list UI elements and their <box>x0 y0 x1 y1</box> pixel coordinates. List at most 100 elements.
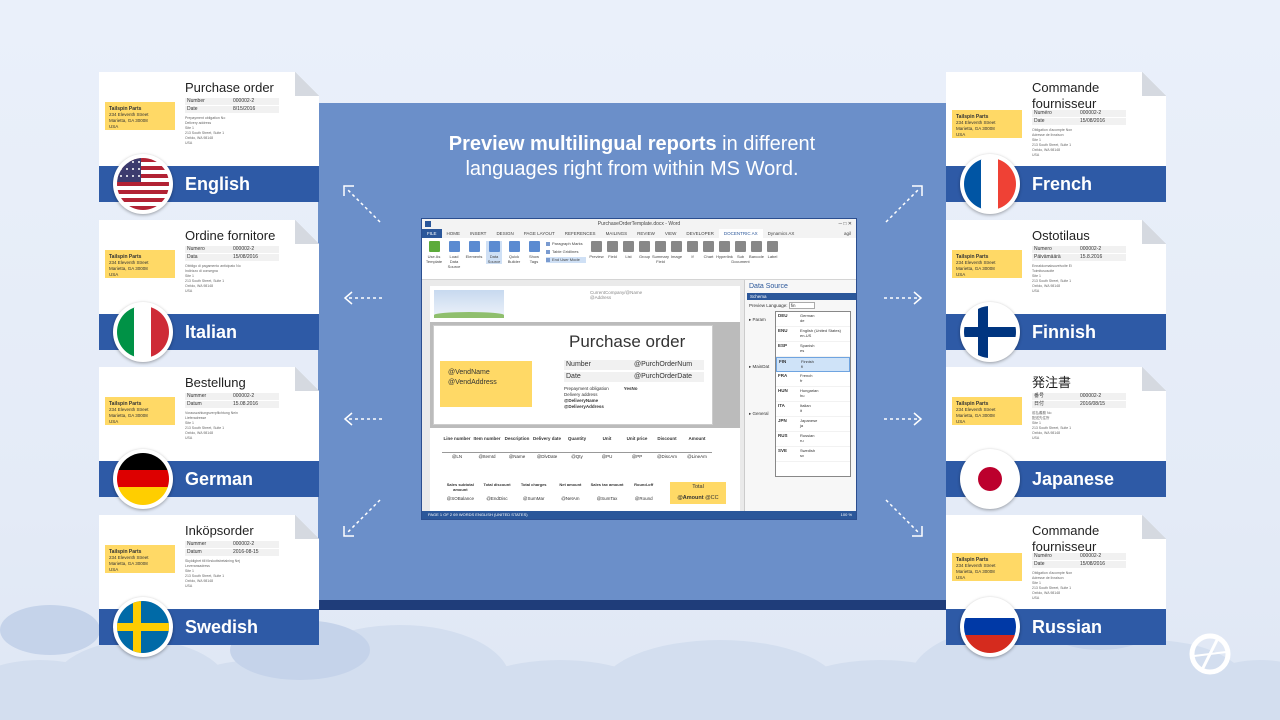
data-source-pane: Data Source Schema Preview Language: fin… <box>744 280 856 513</box>
delivery-text: Obligation d'acompte Non Adresse de livr… <box>1032 571 1073 600</box>
po-info-table: Number @PurchOrderNum Date @PurchOrderDate <box>564 360 704 384</box>
arrow-right-icon <box>884 291 923 305</box>
tab-docentric-ax[interactable]: DOCENTRIC AX <box>718 229 763 238</box>
tab-references[interactable]: REFERENCES <box>560 229 601 238</box>
preview-language-select[interactable]: fin <box>788 302 815 309</box>
language-card-english: Purchase order Tailspin Parts 234 Elevent… <box>99 72 319 214</box>
load-data-source-button[interactable]: Load Data Source <box>446 241 462 269</box>
column-header: Unit price <box>626 436 648 441</box>
column-header: Sales subtotal amount <box>446 482 474 492</box>
language-card-italian: Ordine fornitore Tailspin Parts 234 Eleve… <box>99 220 319 362</box>
tab-dynamics-ax[interactable]: Dynamics AX <box>763 229 800 238</box>
column-header: Item number <box>473 436 501 441</box>
window-controls[interactable]: ─ □ ✕ <box>838 219 852 229</box>
list-button[interactable]: List <box>622 241 635 264</box>
language-option-esp[interactable]: ESP Spanish es <box>776 342 850 357</box>
use-as-template-button[interactable]: Use As Template <box>426 241 442 264</box>
vend-address-field: @VendAddress <box>448 379 497 386</box>
language-card-russian: Commande fournisseur Tailspin Parts 234 E… <box>946 515 1166 657</box>
arrow-up-left-icon <box>343 185 381 223</box>
barcode-button[interactable]: Barcode <box>749 241 764 264</box>
delivery-text: Prepayment obligation No Delivery addres… <box>185 116 226 145</box>
english-flag-icon <box>113 154 173 214</box>
tab-insert[interactable]: INSERT <box>465 229 491 238</box>
field-button[interactable]: Field <box>606 241 619 264</box>
schema-tree: ▸ Param ▸ MainDat ▸ General <box>749 316 769 417</box>
language-option-rus[interactable]: RUS Russian ru <box>776 432 850 447</box>
tab-view[interactable]: VIEW <box>660 229 682 238</box>
show-tags-button[interactable]: Show Tags <box>526 241 542 264</box>
tab-design[interactable]: DESIGN <box>491 229 518 238</box>
table-cell: @PU <box>601 454 613 459</box>
column-header: Quantity <box>567 436 587 441</box>
chart-button[interactable]: Chart <box>702 241 715 264</box>
quick-builder-button[interactable]: Quick Builder <box>506 241 522 264</box>
sub-document-button[interactable]: Sub Document <box>731 241 750 264</box>
elements-button[interactable]: Elements <box>466 241 482 259</box>
center-panel-bar <box>318 600 946 610</box>
language-option-fra[interactable]: FRA French fr <box>776 372 850 387</box>
language-card-swedish: Inköpsorder Tailspin Parts 234 Eleventh S… <box>99 515 319 657</box>
document-title: Bestellung <box>185 375 246 390</box>
tree-node[interactable]: ▸ Param <box>749 316 769 323</box>
info-table: Numero 000002-2 Päivämäärä 15.8.2016 <box>1032 246 1126 262</box>
language-option-jpn[interactable]: JPN Japanese ja <box>776 417 850 432</box>
data-source-button[interactable]: Data Source <box>486 241 502 264</box>
tab-developer[interactable]: DEVELOPER <box>681 229 719 238</box>
vendor-text: Tailspin Parts 234 Eleventh Street Mariett… <box>109 106 149 129</box>
arrow-down-left-icon <box>343 499 381 537</box>
language-option-enu[interactable]: ENU English (United States) en-US <box>776 327 850 342</box>
zoom-level[interactable]: 100 % <box>841 511 852 519</box>
language-label: English <box>185 174 251 194</box>
view-options: Paragraph Marks Table Gridlines End User… <box>546 241 586 263</box>
language-label: Swedish <box>185 617 259 637</box>
tab-review[interactable]: REVIEW <box>632 229 660 238</box>
tab-home[interactable]: HOME <box>442 229 466 238</box>
language-card-japanese: 発注書 Tailspin Parts 234 Eleventh Street Mar… <box>946 367 1166 509</box>
german-flag-icon <box>113 449 173 509</box>
vendor-text: Tailspin Parts 234 Eleventh Street Mariett… <box>109 401 149 424</box>
preview-button[interactable]: Preview <box>589 241 604 264</box>
po-header-box: Purchase order @VendName @VendAddress Nu… <box>433 325 713 425</box>
table-cell: @PP <box>631 454 643 459</box>
schema-header: Schema <box>747 293 856 300</box>
arrow-right-icon <box>884 412 923 426</box>
swedish-flag-icon <box>113 597 173 657</box>
tab-page-layout[interactable]: PAGE LAYOUT <box>519 229 560 238</box>
info-table: Number 000002-2 Date 8/15/2016 <box>185 98 279 114</box>
arrow-left-icon <box>343 291 382 305</box>
language-option-sve[interactable]: SVE Swedish sv <box>776 447 850 462</box>
tab-mailings[interactable]: MAILINGS <box>601 229 633 238</box>
paragraph-marks-toggle[interactable]: Paragraph Marks <box>546 241 586 247</box>
table-cell: @Qty <box>571 454 583 459</box>
language-option-deu[interactable]: DEU German de <box>776 312 850 327</box>
table-gridlines-toggle[interactable]: Table Gridlines <box>546 249 586 255</box>
italian-flag-icon <box>113 302 173 362</box>
language-label: Italian <box>185 322 238 342</box>
if-button[interactable]: If <box>686 241 699 264</box>
user-name[interactable]: agil <box>839 229 856 238</box>
word-app-icon <box>425 221 431 227</box>
company-field: CurrentCompany/@Name @Address <box>590 290 643 300</box>
language-dropdown: DEU German de ENU English (United States) en-… <box>775 311 851 477</box>
label-button[interactable]: Label <box>766 241 779 264</box>
tree-node[interactable]: ▸ MainDat <box>749 363 769 370</box>
language-option-ita[interactable]: ITA Italian it <box>776 402 850 417</box>
tab-file[interactable]: FILE <box>422 229 442 238</box>
group-button[interactable]: Group <box>638 241 651 264</box>
language-option-hun[interactable]: HUN Hungarian hu <box>776 387 850 402</box>
language-label: German <box>185 469 254 489</box>
language-card-french: Commande fournisseur Tailspin Parts 234 E… <box>946 72 1166 214</box>
table-cell: @DiscAm <box>656 454 678 459</box>
language-option-fin[interactable]: FIN Finnish fi <box>776 357 850 372</box>
tree-node[interactable]: ▸ General <box>749 410 769 417</box>
document-page: CurrentCompany/@Name @Address Purchase or… <box>430 286 740 513</box>
vendor-text: Tailspin Parts 234 Eleventh Street Mariett… <box>956 114 996 137</box>
japanese-flag-icon <box>960 449 1020 509</box>
hyperlink-button[interactable]: Hyperlink <box>716 241 733 264</box>
end-user-mode-toggle[interactable]: End User Mode <box>546 257 586 263</box>
image-button[interactable]: Image <box>670 241 683 264</box>
info-table: Numéro 000002-2 Date 15/08/2016 <box>1032 553 1126 569</box>
summary-field-button[interactable]: Summary Field <box>652 241 669 264</box>
table-cell: @Round <box>634 496 653 501</box>
